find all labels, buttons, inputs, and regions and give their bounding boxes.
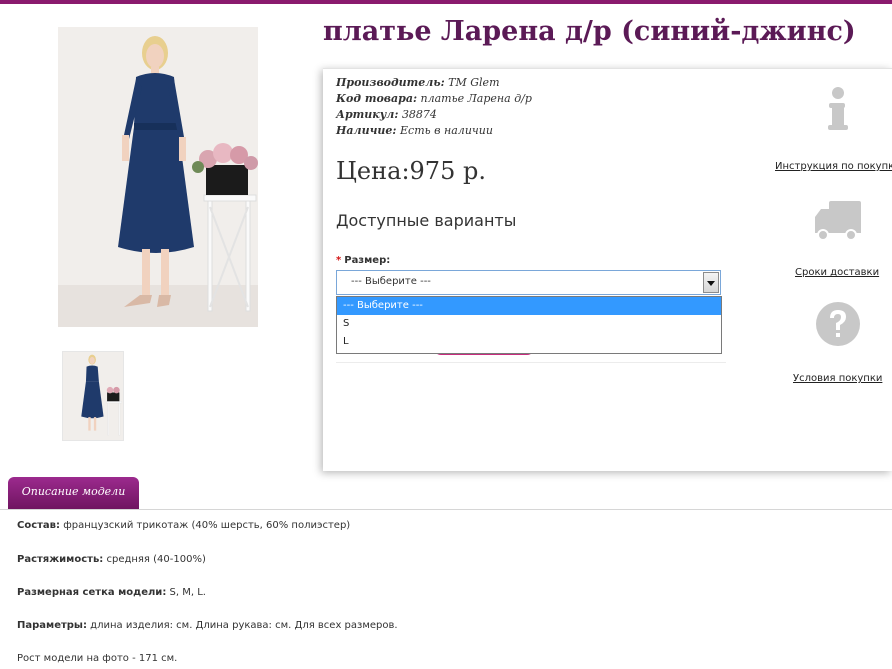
desc-model-height: Рост модели на фото - 171 см. xyxy=(17,653,178,664)
size-option-l[interactable]: L xyxy=(337,333,721,351)
desc-stretch: Растяжимость: средняя (40-100%) xyxy=(17,554,206,565)
product-price: Цена:975 р. xyxy=(336,157,486,185)
size-label: * Размер: xyxy=(336,255,391,266)
meta-product-code: Код товара: платье Ларена д/р xyxy=(336,92,532,105)
size-select[interactable]: --- Выберите --- xyxy=(336,270,721,295)
meta-availability: Наличие: Есть в наличии xyxy=(336,124,493,137)
product-thumbnail[interactable] xyxy=(62,351,124,441)
size-dropdown-list: --- Выберите --- S L xyxy=(336,296,722,354)
instruction-link[interactable]: Инструкция по покупке xyxy=(775,161,892,172)
delivery-terms-link[interactable]: Сроки доставки xyxy=(795,267,879,278)
tab-divider xyxy=(0,509,892,510)
tab-description[interactable]: Описание модели xyxy=(8,477,139,510)
size-option-s[interactable]: S xyxy=(337,315,721,333)
meta-manufacturer: Производитель: TM Glem xyxy=(336,76,500,89)
required-mark: * xyxy=(336,255,342,266)
delivery-truck-icon[interactable] xyxy=(813,195,863,245)
desc-parameters: Параметры: длина изделия: см. Длина рука… xyxy=(17,620,398,631)
top-accent-bar xyxy=(0,0,892,4)
main-product-image[interactable] xyxy=(58,27,258,327)
variants-title: Доступные варианты xyxy=(336,211,517,230)
product-title: платье Ларена д/р (синий-джинс) xyxy=(323,16,856,47)
purchase-terms-link[interactable]: Условия покупки xyxy=(793,373,882,384)
size-option-placeholder[interactable]: --- Выберите --- xyxy=(337,297,721,315)
meta-article: Артикул: 38874 xyxy=(336,108,437,121)
desc-size-grid: Размерная сетка модели: S, M, L. xyxy=(17,587,206,598)
product-meta: Производитель: TM Glem Код товара: плать… xyxy=(336,75,532,139)
divider xyxy=(336,362,726,363)
product-info-panel: Производитель: TM Glem Код товара: плать… xyxy=(323,68,892,471)
size-select-value: --- Выберите --- xyxy=(351,276,431,287)
question-icon[interactable] xyxy=(813,299,863,349)
info-icon[interactable] xyxy=(813,85,863,135)
chevron-down-icon[interactable] xyxy=(703,272,719,293)
desc-composition: Состав: французский трикотаж (40% шерсть… xyxy=(17,520,351,531)
